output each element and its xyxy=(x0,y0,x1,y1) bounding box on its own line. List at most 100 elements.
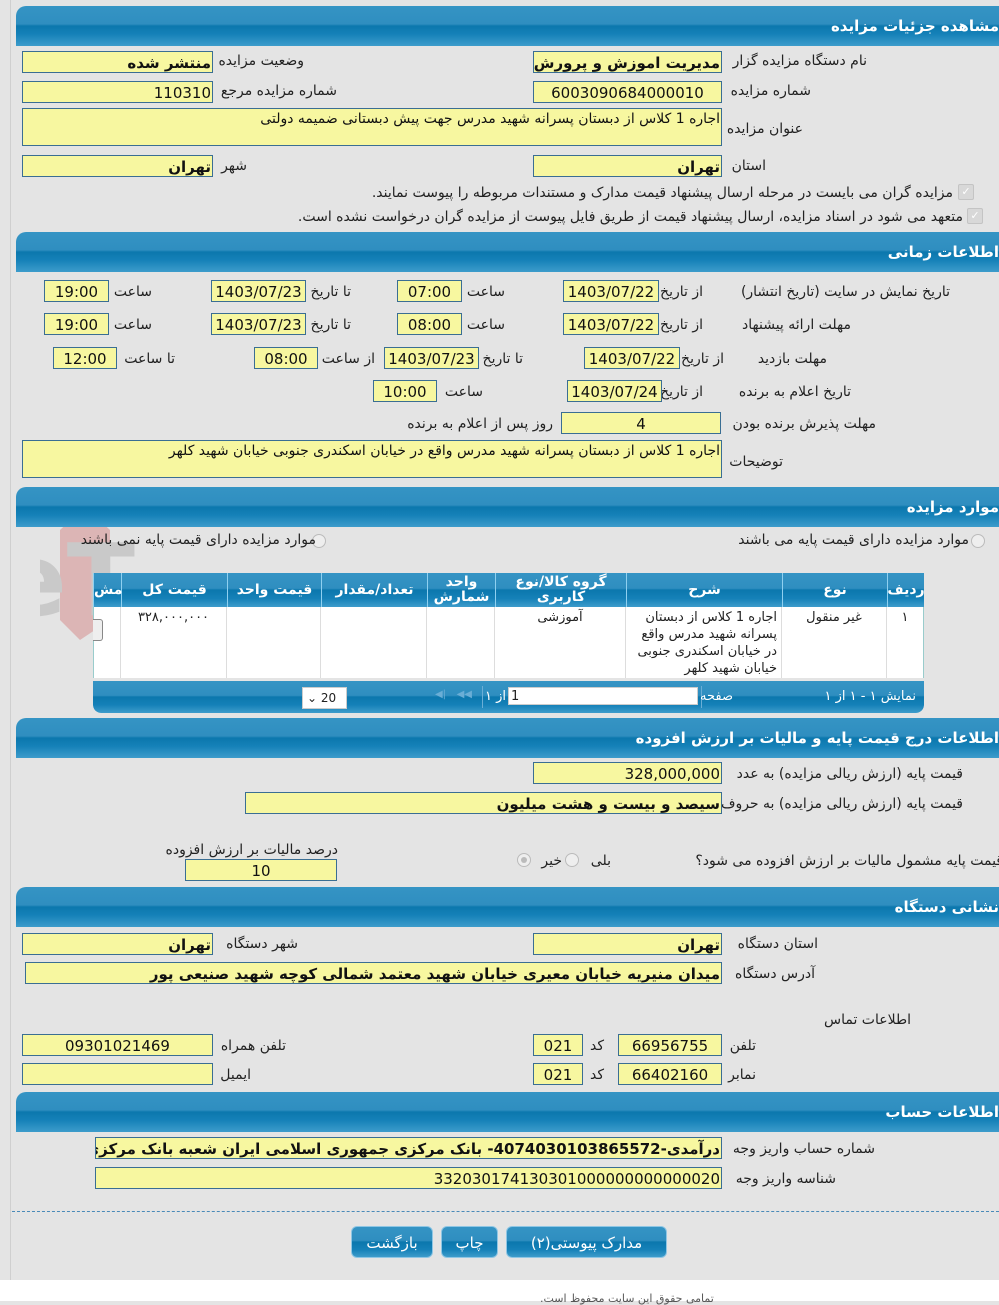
announce-from-date-label: از تاریخ xyxy=(660,384,703,400)
account-number-label: شماره حساب واریز وجه xyxy=(732,1141,875,1157)
org-city-label: شهر دستگاه xyxy=(226,936,298,952)
col-row-number[interactable]: ردیف xyxy=(887,573,924,607)
base-price-words-field[interactable]: سیصد و بیست و هشت میلیون xyxy=(245,792,722,814)
province-field[interactable]: تهران xyxy=(533,155,722,177)
col-type[interactable]: نوع xyxy=(782,573,887,607)
payment-id-field[interactable]: 332030174130301000000000000020 xyxy=(95,1167,722,1189)
mobile-label: تلفن همراه xyxy=(220,1038,286,1054)
ref-number-label: شماره مزایده مرجع xyxy=(220,83,337,99)
offer-from-date-field[interactable]: 1403/07/22 xyxy=(563,313,659,335)
pager-page-input[interactable]: 1 xyxy=(508,687,698,705)
auction-number-field[interactable]: 6003090684000010 xyxy=(533,81,722,103)
page-left-border xyxy=(10,0,11,1280)
visit-to-date-field[interactable]: 1403/07/23 xyxy=(384,347,479,369)
phone-code-label: کد xyxy=(589,1038,604,1054)
description-field[interactable]: اجاره 1 کلاس از دبستان پسرانه شهید مدرس … xyxy=(22,440,722,478)
col-total-price[interactable]: قیمت کل xyxy=(121,573,227,607)
visit-from-time-label: از ساعت xyxy=(321,351,375,367)
table-row: ۱ غیر منقول اجاره 1 کلاس از دبستان پسران… xyxy=(93,607,924,678)
col-quantity[interactable]: تعداد/مقدار xyxy=(321,573,427,607)
page-size-value: 20 xyxy=(320,691,337,705)
pager-of-label: از ۱ xyxy=(484,689,506,704)
org-city-field[interactable]: تهران xyxy=(22,933,213,955)
pager-prev-icon[interactable]: ◀◀ xyxy=(457,689,472,700)
display-from-date-field[interactable]: 1403/07/22 xyxy=(563,280,659,302)
section-header-items: موارد مزایده xyxy=(16,487,999,527)
email-field[interactable] xyxy=(22,1063,213,1085)
offer-deadline-label: مهلت ارائه پیشنهاد xyxy=(742,317,851,333)
col-extra[interactable]: مش xyxy=(93,573,122,607)
mobile-field[interactable]: 09301021469 xyxy=(22,1034,213,1056)
col-group[interactable]: گروه کالا/نوع کاربری xyxy=(495,573,626,607)
pager-first-icon[interactable]: |◀ xyxy=(435,689,446,700)
footer: تمامی حقوق این سایت محفوظ است. xyxy=(0,1280,999,1305)
pager-showing-text: نمایش ۱ - ۱ از ۱ xyxy=(824,689,917,704)
cell-unit-price xyxy=(226,607,320,678)
base-price-number-field[interactable]: 328,000,000 xyxy=(533,762,722,784)
offer-to-date-label: تا تاریخ xyxy=(310,317,351,333)
offer-to-date-field[interactable]: 1403/07/23 xyxy=(211,313,306,335)
col-description[interactable]: شرح xyxy=(626,573,782,607)
vat-yes-radio[interactable] xyxy=(565,853,579,867)
ref-number-field[interactable]: 110310 xyxy=(22,81,213,103)
cell-type: غیر منقول xyxy=(781,607,886,678)
org-address-field[interactable]: میدان منیریه خیابان معیری خیابان شهید مع… xyxy=(25,962,722,984)
commitment-checkbox[interactable]: ✓ xyxy=(967,208,983,224)
cell-row-number: ۱ xyxy=(886,607,923,678)
vat-percent-label: درصد مالیات بر ارزش افزوده xyxy=(165,842,339,858)
display-to-time-field[interactable]: 19:00 xyxy=(44,280,109,302)
cell-group: آموزشی xyxy=(494,607,625,678)
city-label: شهر xyxy=(221,158,247,174)
col-unit[interactable]: واحد شمارش xyxy=(427,573,495,607)
section-header-pricing: اطلاعات درج قیمت پایه و مالیات بر ارزش ا… xyxy=(16,718,999,758)
page-size-select[interactable]: ⌄ 20 xyxy=(302,687,347,709)
base-price-number-label: قیمت پایه (ارزش ریالی مزایده) به عدد xyxy=(736,766,963,782)
announce-time-field[interactable]: 10:00 xyxy=(373,380,437,402)
row-detail-button[interactable] xyxy=(93,619,103,641)
offer-to-time-label: ساعت xyxy=(113,317,152,333)
print-button[interactable]: چاپ xyxy=(441,1226,498,1258)
with-base-price-radio[interactable] xyxy=(971,534,985,548)
section-header-account: اطلاعات حساب xyxy=(16,1092,999,1132)
announce-time-label: ساعت xyxy=(444,384,483,400)
offer-to-time-field[interactable]: 19:00 xyxy=(44,313,109,335)
phone-code-field[interactable]: 021 xyxy=(533,1034,583,1056)
account-number-field[interactable]: درآمدی-4074030103865572- بانک مرکزی جمهو… xyxy=(95,1137,722,1159)
visit-from-date-field[interactable]: 1403/07/22 xyxy=(584,347,680,369)
city-field[interactable]: تهران xyxy=(22,155,213,177)
back-button[interactable]: بازگشت xyxy=(351,1226,433,1258)
announce-from-date-field[interactable]: 1403/07/24 xyxy=(567,380,662,402)
grid-header: ردیف نوع شرح گروه کالا/نوع کاربری واحد ش… xyxy=(93,573,924,607)
display-from-time-field[interactable]: 07:00 xyxy=(397,280,462,302)
vat-percent-field[interactable]: 10 xyxy=(185,859,337,881)
offer-from-time-label: ساعت xyxy=(466,317,505,333)
org-province-field[interactable]: تهران xyxy=(533,933,722,955)
section-header-address: نشانی دستگاه xyxy=(16,887,999,927)
phone-field[interactable]: 66956755 xyxy=(618,1034,722,1056)
visit-to-time-field[interactable]: 12:00 xyxy=(53,347,117,369)
fax-code-field[interactable]: 021 xyxy=(533,1063,583,1085)
vat-no-radio[interactable] xyxy=(517,853,531,867)
attachments-button[interactable]: مدارک پیوستی(۲) xyxy=(506,1226,667,1258)
status-field[interactable]: منتشر شده xyxy=(22,51,213,73)
display-to-date-field[interactable]: 1403/07/23 xyxy=(211,280,306,302)
accept-days-field[interactable]: 4 xyxy=(561,412,721,434)
description-label: توضیحات xyxy=(729,454,783,470)
col-unit-price[interactable]: قیمت واحد xyxy=(227,573,321,607)
visit-from-date-label: از تاریخ xyxy=(681,351,724,367)
divider xyxy=(12,1211,999,1212)
display-date-label: تاریخ نمایش در سایت (تاریخ انتشار) xyxy=(740,284,950,300)
phone-label: تلفن xyxy=(729,1038,756,1054)
cell-quantity xyxy=(320,607,426,678)
visit-from-time-field[interactable]: 08:00 xyxy=(254,347,318,369)
attachment-required-checkbox[interactable]: ✓ xyxy=(958,184,974,200)
offer-from-time-field[interactable]: 08:00 xyxy=(397,313,462,335)
title-field[interactable]: اجاره 1 کلاس از دبستان پسرانه شهید مدرس … xyxy=(22,108,722,146)
visit-deadline-label: مهلت بازدید xyxy=(757,351,827,367)
fax-field[interactable]: 66402160 xyxy=(618,1063,722,1085)
vat-yes-label: بلی xyxy=(590,853,611,869)
org-province-label: استان دستگاه xyxy=(737,936,818,952)
org-field[interactable]: مدیریت اموزش و پرورش منطقه xyxy=(533,51,722,73)
status-label: وضعیت مزایده xyxy=(218,53,304,69)
cell-description: اجاره 1 کلاس از دبستان پسرانه شهید مدرس … xyxy=(625,607,781,678)
